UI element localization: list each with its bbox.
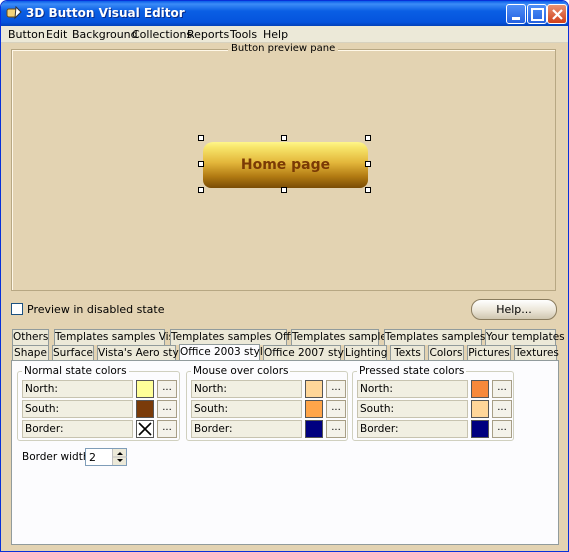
menu-collections[interactable]: Collections [132,28,192,41]
pick-color-button[interactable]: ... [492,380,512,398]
spin-up-down-icon [113,452,127,462]
menu-bar: Button Edit Background Collections Repor… [1,26,568,43]
tab-templates-samples-office[interactable]: Templates samples Office [170,329,305,345]
preview-pane-caption: Button preview pane [228,43,339,54]
maximize-button[interactable] [527,4,547,24]
pick-color-button[interactable]: ... [326,420,346,438]
close-button[interactable] [547,4,567,24]
help-button[interactable]: Help... [471,299,557,320]
group-title: Normal state colors [22,365,129,377]
border-color-row: Border: ... [191,420,347,438]
menu-reports[interactable]: Reports [187,28,229,41]
color-swatch[interactable] [305,380,323,398]
pressed-state-colors-group: Pressed state colors North: ... South: .… [352,365,514,441]
south-color-row: South: ... [191,400,347,418]
tab-textures[interactable]: Textures [514,345,559,361]
menu-background[interactable]: Background [72,28,138,41]
south-color-row: South: ... [22,400,178,418]
minimize-icon [512,17,520,20]
color-swatch[interactable] [305,400,323,418]
north-color-row: North: ... [22,380,178,398]
resize-handle[interactable] [198,135,204,141]
tab-templates-samples-vista[interactable]: Templates samples Vista [54,329,185,345]
minimize-button[interactable] [506,4,526,24]
row-label: Border: [191,420,302,438]
pick-color-button[interactable]: ... [157,420,177,438]
no-color-swatch[interactable] [136,420,154,438]
tab-templates-samples[interactable]: Templates samples [291,329,392,345]
pick-color-button[interactable]: ... [157,380,177,398]
tab-others[interactable]: Others [12,329,49,345]
app-window: 3D Button Visual Editor Button Edit Back… [0,0,569,552]
menu-tools[interactable]: Tools [230,28,257,41]
row-label: South: [22,400,133,418]
disabled-preview-checkbox[interactable] [11,303,23,315]
tab-shape[interactable]: Shape [12,345,49,361]
tab-pictures[interactable]: Pictures [467,345,511,361]
maximize-icon [531,8,544,21]
border-width-spinner[interactable]: 2 [85,448,127,466]
tab-lighting[interactable]: Lighting [344,345,387,361]
resize-handle[interactable] [365,161,371,167]
row-label: Border: [357,420,468,438]
resize-handle[interactable] [365,135,371,141]
row-label: North: [357,380,468,398]
mouse-over-colors-group: Mouse over colors North: ... South: ... … [186,365,348,441]
group-title: Mouse over colors [191,365,291,377]
row-label: South: [357,400,468,418]
tab-templates-samples-2[interactable]: Templates samples 2 [384,329,495,345]
color-swatch[interactable] [136,400,154,418]
row-label: South: [191,400,302,418]
row-label: Border: [22,420,133,438]
row-label: North: [22,380,133,398]
app-icon [6,5,22,20]
tab-vistas-aero-style[interactable]: Vista's Aero style [97,345,188,361]
pick-color-button[interactable]: ... [492,420,512,438]
preview-button[interactable]: Home page [203,142,368,188]
pick-color-button[interactable]: ... [326,400,346,418]
resize-handle[interactable] [198,161,204,167]
color-swatch[interactable] [305,420,323,438]
resize-handle[interactable] [281,187,287,193]
no-color-icon [138,422,152,436]
north-color-row: North: ... [191,380,347,398]
pick-color-button[interactable]: ... [492,400,512,418]
tab-your-templates[interactable]: Your templates [485,329,565,345]
menu-edit[interactable]: Edit [46,28,67,41]
pick-color-button[interactable]: ... [326,380,346,398]
border-width-label: Border width: [22,451,94,463]
disabled-preview-toggle[interactable]: Preview in disabled state [11,303,165,316]
group-title: Pressed state colors [357,365,467,377]
disabled-preview-label: Preview in disabled state [27,303,165,316]
north-color-row: North: ... [357,380,513,398]
pick-color-button[interactable]: ... [157,400,177,418]
menu-help[interactable]: Help [263,28,288,41]
tab-surface[interactable]: Surface [52,345,94,361]
tab-colors[interactable]: Colors [428,345,464,361]
south-color-row: South: ... [357,400,513,418]
title-bar[interactable]: 3D Button Visual Editor [1,1,568,26]
tab-office-2007-style[interactable]: Office 2007 style [263,345,353,361]
tab-office-2003-style[interactable]: Office 2003 style [179,344,269,361]
resize-handle[interactable] [281,135,287,141]
row-label: North: [191,380,302,398]
normal-state-colors-group: Normal state colors North: ... South: ..… [17,365,180,441]
color-swatch[interactable] [471,400,489,418]
resize-handle[interactable] [365,187,371,193]
color-swatch[interactable] [471,420,489,438]
tab-texts[interactable]: Texts [390,345,425,361]
border-color-row: Border: ... [357,420,513,438]
menu-button[interactable]: Button [8,28,45,41]
resize-handle[interactable] [198,187,204,193]
color-swatch[interactable] [136,380,154,398]
close-icon [552,9,563,20]
spinner-arrows[interactable] [112,449,127,465]
border-width-value: 2 [89,451,96,464]
window-title: 3D Button Visual Editor [26,6,185,20]
color-swatch[interactable] [471,380,489,398]
border-color-row: Border: ... [22,420,178,438]
